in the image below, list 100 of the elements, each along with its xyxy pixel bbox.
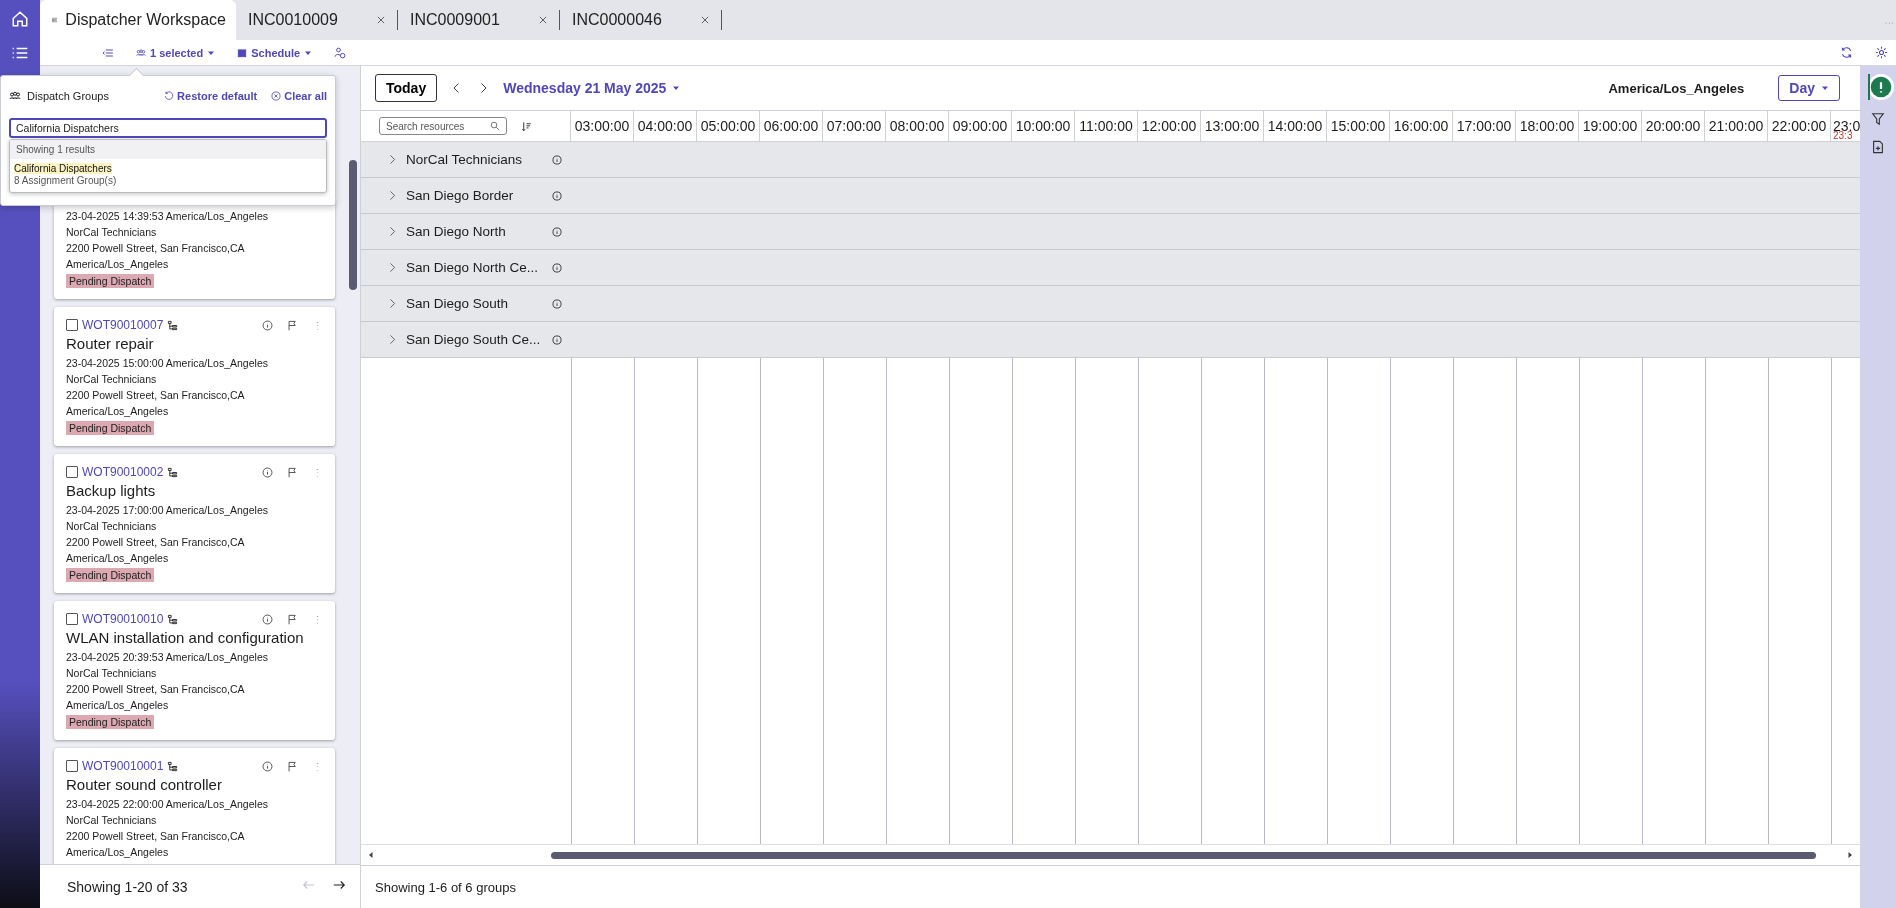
clear-all-button[interactable]: Clear all: [271, 90, 327, 102]
refresh-icon[interactable]: [1840, 46, 1853, 59]
hierarchy-icon: [167, 319, 179, 331]
work-order-card[interactable]: WOT90010007 Router repair 23-04-2025 15:00:00 America/Los_Angeles NorCal Technicians 2200 Powell Street, San Francisco,CA America/Los_Angeles Pending Dispatch: [54, 307, 335, 446]
info-icon[interactable]: [552, 190, 562, 201]
hour-label: 18:00:00: [1519, 118, 1575, 134]
hour-label: 05:00:00: [700, 118, 756, 134]
chevron-right-icon: [387, 262, 398, 273]
hour-label: 15:00:00: [1330, 118, 1386, 134]
scheduled-time: 23-04-2025 22:00:00 America/Los_Angeles: [66, 797, 269, 812]
search-field[interactable]: California Dispatchers: [9, 118, 327, 138]
info-icon[interactable]: [262, 760, 273, 772]
close-icon[interactable]: [700, 15, 710, 25]
work-order-card[interactable]: WOT90010010 WLAN installation and configuration 23-04-2025 20:39:53 America/Los_Angeles NorCal Technicians 2200 Powell Street, San Francisco,CA America/Los_Angeles Pending Dispatch: [54, 601, 335, 740]
result-item[interactable]: California Dispatchers 8 Assignment Group(s): [10, 159, 326, 192]
info-icon[interactable]: [552, 334, 562, 345]
assignment-group: NorCal Technicians: [66, 812, 323, 828]
group-row[interactable]: NorCal Technicians: [361, 142, 1860, 178]
address: 2200 Powell Street, San Francisco,CA: [66, 682, 246, 697]
group-row[interactable]: San Diego North Ce...: [361, 250, 1860, 286]
hour-label: 11:00:00: [1079, 118, 1133, 134]
date-picker[interactable]: Wednesday 21 May 2025: [503, 80, 681, 96]
info-icon[interactable]: [552, 262, 562, 273]
hour-label: 09:00:00: [952, 118, 1008, 134]
expand-button[interactable]: [387, 226, 398, 237]
caret-icon: [672, 84, 681, 92]
tab[interactable]: INC0009001: [398, 0, 560, 40]
person-clock-icon[interactable]: [334, 46, 347, 59]
info-icon[interactable]: [552, 226, 562, 237]
expand-button[interactable]: [387, 190, 398, 201]
scheduled-time: 23-04-2025 14:39:53 America/Los_Angeles: [66, 209, 269, 224]
group-name: San Diego South: [406, 296, 510, 311]
calendar-icon: [237, 47, 248, 58]
sort-icon[interactable]: [521, 120, 532, 132]
chevron-right-icon: [387, 154, 398, 165]
timezone: America/Los_Angeles: [66, 698, 170, 713]
close-icon[interactable]: [538, 15, 548, 25]
status-badge: Pending Dispatch: [66, 421, 155, 435]
search-field[interactable]: Search resources: [379, 117, 507, 135]
groups-selector[interactable]: 1 selected: [136, 46, 216, 59]
expand-button[interactable]: [387, 298, 398, 309]
status-badge: Pending Dispatch: [66, 715, 155, 729]
expand-button[interactable]: [387, 262, 398, 273]
home-icon[interactable]: [11, 10, 29, 28]
hour-label: 23:0: [1833, 118, 1860, 134]
hour-label: 21:00:00: [1708, 118, 1764, 134]
popover-title: Dispatch Groups: [27, 90, 110, 102]
work-order-card[interactable]: WOT90010002 Backup lights 23-04-2025 17:00:00 America/Los_Angeles NorCal Technicians 2200 Powell Street, San Francisco,CA America/Los_Angeles Pending Dispatch: [54, 454, 335, 593]
flag-icon[interactable]: [287, 319, 298, 331]
flag-icon[interactable]: [287, 613, 298, 625]
group-row[interactable]: San Diego North: [361, 214, 1860, 250]
work-order-link[interactable]: WOT90010001: [82, 758, 164, 774]
expand-button[interactable]: [387, 334, 398, 345]
info-icon[interactable]: [262, 319, 273, 331]
scrollbar-thumb[interactable]: [551, 851, 1816, 859]
group-row[interactable]: San Diego South: [361, 286, 1860, 322]
info-icon[interactable]: [262, 466, 273, 478]
work-order-link[interactable]: WOT90010007: [82, 317, 164, 333]
group-row[interactable]: San Diego South Ce...: [361, 322, 1860, 358]
checkbox[interactable]: [66, 319, 78, 331]
close-icon[interactable]: [376, 15, 386, 25]
group-name: San Diego North: [406, 224, 507, 239]
work-order-title: Router repair: [66, 334, 155, 354]
filter-icon[interactable]: [1871, 112, 1885, 126]
restore-default-button[interactable]: Restore default: [164, 90, 258, 102]
assignment-group: NorCal Technicians: [66, 665, 323, 681]
tab[interactable]: INC0000046: [560, 0, 722, 40]
work-order-card[interactable]: WOT90010001 Router sound controller 23-04-2025 22:00:00 America/Los_Angeles NorCal Technicians 2200 Powell Street, San Francisco,CA America/Los_Angeles: [54, 748, 335, 864]
address: 2200 Powell Street, San Francisco,CA: [66, 388, 246, 403]
scroll-left-icon[interactable]: [367, 851, 375, 859]
view-selector[interactable]: Schedule: [237, 46, 313, 59]
hour-label: 19:00:00: [1582, 118, 1638, 134]
tab[interactable]: Dispatcher Workspace: [40, 0, 236, 40]
timezone: America/Los_Angeles: [66, 404, 170, 419]
work-order-link[interactable]: WOT90010002: [82, 464, 164, 480]
flag-icon[interactable]: [287, 466, 298, 478]
view-dropdown[interactable]: Day: [1778, 75, 1840, 101]
info-icon[interactable]: [552, 298, 562, 309]
caret-icon: [1821, 84, 1829, 92]
add-document-icon[interactable]: [1871, 140, 1885, 154]
hour-label: 16:00:00: [1393, 118, 1449, 134]
work-order-link[interactable]: WOT90010010: [82, 611, 164, 627]
checkbox[interactable]: [66, 466, 78, 478]
checkbox[interactable]: [66, 760, 78, 772]
tab[interactable]: INC0010009: [236, 0, 398, 40]
flag-icon[interactable]: [287, 760, 298, 772]
results-count: Showing 1 results: [10, 140, 326, 159]
checkbox[interactable]: [66, 613, 78, 625]
hour-label: 22:00:00: [1771, 118, 1827, 134]
group-row[interactable]: San Diego Border: [361, 178, 1860, 214]
info-icon[interactable]: [262, 613, 273, 625]
scroll-right-icon[interactable]: [1846, 851, 1854, 859]
hour-label: 20:00:00: [1645, 118, 1701, 134]
today-button[interactable]: Today: [375, 74, 438, 102]
chevron-right-icon: [387, 298, 398, 309]
info-icon[interactable]: [552, 154, 562, 165]
status-badge: Pending Dispatch: [66, 274, 155, 288]
assignment-group: NorCal Technicians: [66, 371, 323, 387]
expand-button[interactable]: [387, 154, 398, 165]
group-icon: [136, 47, 146, 58]
